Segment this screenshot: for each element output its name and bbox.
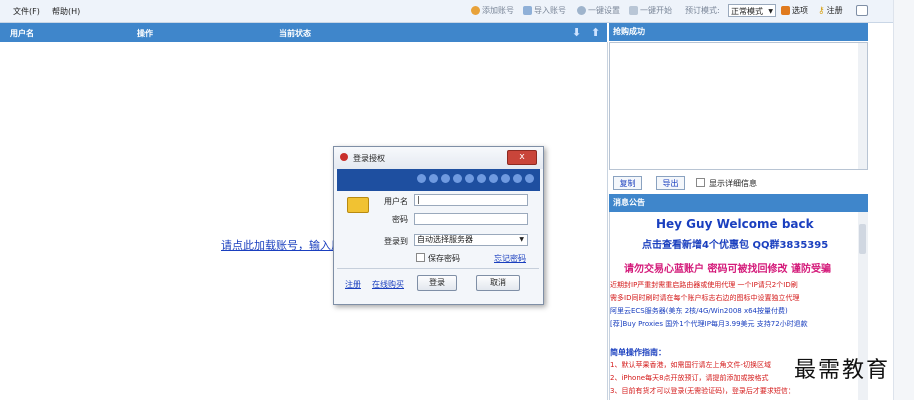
account-list-header: 用户名 操作 当前状态 ⬇ ⬆ xyxy=(0,23,607,42)
password-input[interactable] xyxy=(414,213,528,225)
menu-toolbar-bar: 文件(F) 帮助(H) 添加账号 导入账号 一键设置 一键开始 预订模式: 正常… xyxy=(0,0,893,23)
news-line: 需多ID同时刷时请在每个账户标志右边的图标中设置独立代理 xyxy=(610,294,800,302)
mode-select[interactable]: 正常模式 ▼ xyxy=(728,4,776,17)
server-select[interactable]: 自动选择服务器 ▼ xyxy=(414,234,528,246)
dialog-title: 登录授权 xyxy=(353,154,385,163)
news-line: 近期封IP严重封需重启路由器或使用代理 一个IP请只2个ID刷 xyxy=(610,281,798,289)
arrow-down-icon[interactable]: ⬇ xyxy=(572,26,581,39)
news-promo[interactable]: 点击查看新增4个优惠包 QQ群3835395 xyxy=(642,236,828,251)
news-scroll-thumb[interactable] xyxy=(859,224,866,254)
mode-select-value: 正常模式 xyxy=(731,7,763,16)
app-icon xyxy=(340,153,348,161)
dialog-banner xyxy=(337,169,540,191)
minimize-icon xyxy=(856,5,868,16)
add-account-button[interactable]: 添加账号 xyxy=(471,5,514,16)
options-icon xyxy=(781,6,790,15)
right-edge-strip xyxy=(893,0,914,400)
one-click-start-button[interactable]: 一键开始 xyxy=(629,5,672,16)
one-click-setup-label: 一键设置 xyxy=(588,6,620,15)
col-username[interactable]: 用户名 xyxy=(10,28,34,39)
chevron-down-icon: ▼ xyxy=(768,8,773,15)
password-label: 密码 xyxy=(392,215,408,224)
menu-help[interactable]: 帮助(H) xyxy=(52,6,80,17)
news-panel-header: 消息公告 xyxy=(609,194,868,212)
arrow-up-icon[interactable]: ⬆ xyxy=(591,26,600,39)
server-select-value: 自动选择服务器 xyxy=(417,235,473,244)
news-warning: 请勿交易心蓝账户 密码可被找回修改 谨防受骗 xyxy=(624,264,831,275)
col-action[interactable]: 操作 xyxy=(137,28,153,39)
login-to-label: 登录到 xyxy=(384,237,408,246)
schedule-mode-label: 预订模式: xyxy=(685,6,720,15)
forgot-password-link[interactable]: 忘记密码 xyxy=(494,253,526,264)
username-label: 用户名 xyxy=(384,197,408,206)
id-card-icon xyxy=(347,197,369,213)
guide-line: 1、默认苹果香港，如需国行请左上角文件-切换区域 xyxy=(610,361,771,369)
export-button[interactable]: 导出 xyxy=(656,176,685,190)
cancel-button[interactable]: 取消 xyxy=(476,275,520,291)
watermark: 最需教育 xyxy=(794,358,891,383)
news-headline: Hey Guy Welcome back xyxy=(656,217,814,231)
register-link[interactable]: 注册 xyxy=(345,279,361,290)
one-click-setup-button[interactable]: 一键设置 xyxy=(577,5,620,16)
chevron-down-icon: ▼ xyxy=(519,236,524,243)
options-label: 选项 xyxy=(792,6,808,15)
online-recharge-link[interactable]: 在线购买 xyxy=(372,279,404,290)
success-log[interactable] xyxy=(609,42,868,170)
news-line[interactable]: 阿里云ECS服务器(美东 2核/4G/Win2008 x64按量付费) xyxy=(610,306,788,316)
add-account-label: 添加账号 xyxy=(482,6,514,15)
dialog-divider xyxy=(337,268,539,269)
import-account-button[interactable]: 导入账号 xyxy=(523,5,566,16)
import-account-label: 导入账号 xyxy=(534,6,566,15)
add-icon xyxy=(471,6,480,15)
key-icon: ⚷ xyxy=(818,5,825,16)
show-detail-checkbox[interactable] xyxy=(696,178,705,187)
import-icon xyxy=(523,6,532,15)
one-click-start-label: 一键开始 xyxy=(640,6,672,15)
log-scrollbar[interactable] xyxy=(858,43,867,169)
copy-button[interactable]: 复制 xyxy=(613,176,642,190)
success-panel-header: 抢购成功 xyxy=(609,23,868,41)
guide-title: 简单操作指南： xyxy=(610,348,666,357)
news-line[interactable]: [荐]Buy Proxies 国外1个代理IP每月3.99美元 支持72小时退款 xyxy=(610,319,808,329)
guide-line: 2、iPhone每天8点开放预订，请提前添加或按格式 xyxy=(610,374,769,382)
register-label: 注册 xyxy=(826,6,843,15)
window-icon[interactable] xyxy=(856,5,868,16)
save-password-label: 保存密码 xyxy=(428,254,460,263)
menu-file[interactable]: 文件(F) xyxy=(13,6,40,17)
show-detail-label: 显示详细信息 xyxy=(709,179,757,188)
username-input[interactable]: | xyxy=(414,194,528,206)
register-button[interactable]: ⚷ 注册 xyxy=(818,5,843,16)
save-password-checkbox[interactable] xyxy=(416,253,425,262)
close-button[interactable]: x xyxy=(507,150,537,165)
col-status[interactable]: 当前状态 xyxy=(279,28,311,39)
guide-line: 3、目前有货才可以登录(无需验证码)，登录后才要求短信： xyxy=(610,387,795,395)
user-icon xyxy=(577,6,586,15)
load-accounts-link[interactable]: 请点此加载账号，输入用 xyxy=(221,237,342,253)
dialog-titlebar[interactable]: 登录授权 x xyxy=(334,147,543,169)
options-button[interactable]: 选项 xyxy=(781,5,808,16)
banner-dots xyxy=(417,174,534,183)
play-icon xyxy=(629,6,638,15)
login-button[interactable]: 登录 xyxy=(417,275,457,291)
